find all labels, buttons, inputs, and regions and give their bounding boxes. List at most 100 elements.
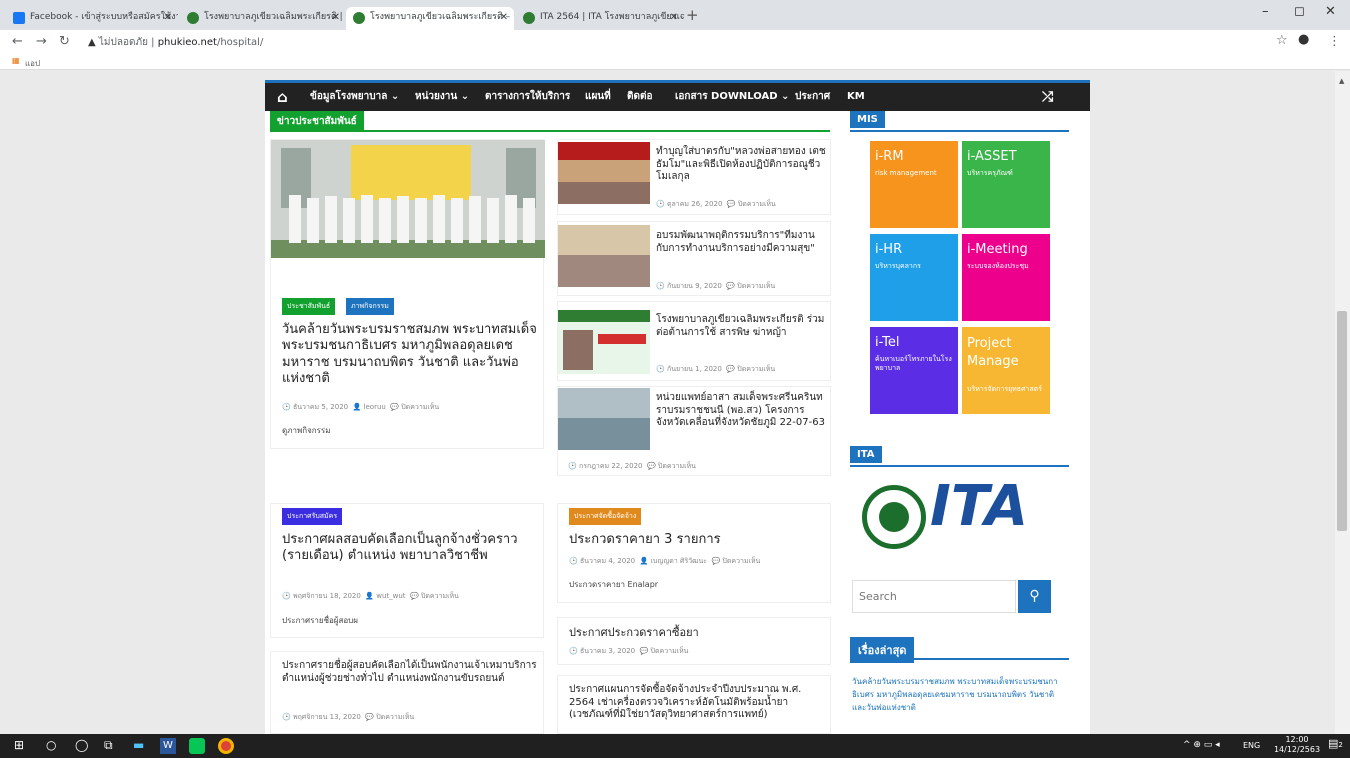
- category-badge[interactable]: ประกาศรับสมัคร: [282, 508, 343, 525]
- tile-project-manage[interactable]: Project Manage บริหารจัดการยุทธศาสตร์: [962, 327, 1050, 414]
- post-title[interactable]: ทำบุญใส่บาตรกับ"หลวงพ่อสายทอง เตชธัมโม"แ…: [656, 146, 826, 184]
- reload-icon[interactable]: ↻: [59, 34, 70, 49]
- recent-post-link[interactable]: วันคล้ายวันพระบรมราชสมภพ พระบาทสมเด็จพระ…: [852, 676, 1064, 714]
- browser-tab[interactable]: Facebook - เข้าสู่ระบบหรือสมัครใช้งาน ✕: [6, 7, 178, 30]
- close-icon[interactable]: ✕: [164, 7, 172, 28]
- bookmark-apps[interactable]: แอป: [25, 57, 40, 70]
- close-icon[interactable]: ✕: [332, 7, 340, 28]
- cortana-icon[interactable]: ◯: [75, 738, 88, 752]
- post-thumbnail[interactable]: [558, 388, 650, 450]
- chrome-icon[interactable]: [218, 738, 234, 754]
- close-window-icon[interactable]: ✕: [1325, 4, 1336, 19]
- menu-item[interactable]: เอกสาร DOWNLOAD ⌄: [675, 83, 789, 111]
- shuffle-icon[interactable]: ⤮: [1042, 83, 1053, 111]
- post-title[interactable]: ประกาศรายชื่อผู้สอบคัดเลือกได้เป็นพนักงา…: [282, 660, 537, 685]
- post-date[interactable]: กันยายน 1, 2020: [667, 365, 722, 373]
- word-icon[interactable]: W: [160, 738, 176, 754]
- tile-i-rm[interactable]: i-RM risk management: [870, 141, 958, 228]
- post-date[interactable]: ธันวาคม 5, 2020: [293, 403, 348, 411]
- list-item: ทำบุญใส่บาตรกับ"หลวงพ่อสายทอง เตชธัมโม"แ…: [557, 139, 831, 215]
- minimize-icon[interactable]: –: [1262, 4, 1269, 19]
- file-explorer-icon[interactable]: ▬: [133, 738, 144, 752]
- menu-item[interactable]: หน่วยงาน ⌄: [415, 83, 469, 111]
- close-icon[interactable]: ✕: [500, 7, 508, 28]
- post-date[interactable]: ตุลาคม 26, 2020: [667, 200, 722, 208]
- scroll-up-icon[interactable]: ▲: [1339, 77, 1344, 85]
- browser-tab-active[interactable]: โรงพยาบาลภูเขียวเฉลิมพระเกียรติ – ✕: [346, 7, 514, 30]
- tile-name: i-ASSET: [967, 149, 1017, 164]
- post-date[interactable]: พฤศจิกายน 18, 2020: [293, 592, 361, 600]
- post-date[interactable]: กันยายน 9, 2020: [667, 282, 722, 290]
- menu-dots-icon[interactable]: ⋮: [1328, 34, 1341, 49]
- post-date[interactable]: ธันวาคม 3, 2020: [580, 647, 635, 655]
- menu-item[interactable]: ติดต่อ: [627, 83, 653, 111]
- browser-tab[interactable]: ITA 2564 | ITA โรงพยาบาลภูเขียวเฉลิ ✕: [516, 7, 684, 30]
- line-icon[interactable]: [189, 738, 205, 754]
- close-icon[interactable]: ✕: [670, 7, 678, 28]
- feature-image[interactable]: [271, 140, 545, 258]
- tile-i-hr[interactable]: i-HR บริหารบุคลากร: [870, 234, 958, 321]
- post-author[interactable]: wut_wut: [376, 592, 405, 600]
- tile-i-asset[interactable]: i-ASSET บริหารครุภัณฑ์: [962, 141, 1050, 228]
- post-thumbnail[interactable]: [558, 225, 650, 287]
- task-view-icon[interactable]: ⧉: [104, 738, 113, 753]
- scroll-thumb[interactable]: [1337, 311, 1347, 531]
- not-secure-label: ไม่ปลอดภัย: [98, 37, 148, 48]
- star-icon[interactable]: ☆: [1276, 33, 1288, 48]
- menu-item[interactable]: ข้อมูลโรงพยาบาล ⌄: [310, 83, 399, 111]
- procure-post: ประกาศจัดซื้อจัดจ้าง ประกวดราคายา 3 รายก…: [557, 503, 831, 603]
- post-title[interactable]: ประกาศแผนการจัดซื้อจัดจ้างประจำปีงบประมา…: [569, 684, 824, 722]
- clock[interactable]: 12:00 14/12/2563: [1272, 735, 1322, 756]
- back-icon[interactable]: ←: [12, 34, 23, 49]
- post-author[interactable]: เบญญดา ศิริวัฒนะ: [651, 557, 707, 565]
- post-comments: ปิดความเห็น: [657, 462, 696, 470]
- post-date[interactable]: ธันวาคม 4, 2020: [580, 557, 635, 565]
- post-title[interactable]: ประกาศผลสอบคัดเลือกเป็นลูกจ้างชั่วคราว (…: [282, 532, 537, 565]
- menu-item[interactable]: ประกาศ: [795, 83, 830, 111]
- post-thumbnail[interactable]: [558, 142, 650, 204]
- browser-tab[interactable]: โรงพยาบาลภูเขียวเฉลิมพระเกียรติ | Ho ✕: [180, 7, 346, 30]
- post-date[interactable]: พฤศจิกายน 13, 2020: [293, 713, 361, 721]
- post-title[interactable]: อบรมพัฒนาพฤติกรรมบริการ"ทีมงานกับการทำงา…: [656, 230, 826, 255]
- category-badge[interactable]: ประกาศจัดซื้อจัดจ้าง: [569, 508, 642, 525]
- post-comments: ปิดความเห็น: [737, 282, 776, 290]
- post-title[interactable]: ประกวดราคายา 3 รายการ: [569, 532, 824, 548]
- profile-icon[interactable]: ●: [1298, 32, 1309, 47]
- post-title[interactable]: ประกาศประกวดราคาซื้อยา: [569, 626, 824, 640]
- forward-icon[interactable]: →: [36, 34, 47, 49]
- url-field[interactable]: ▲ ไม่ปลอดภัย | phukieo.net/hospital/: [88, 35, 263, 50]
- category-badge[interactable]: ประชาสัมพันธ์: [282, 298, 336, 315]
- search-input[interactable]: Search: [852, 580, 1016, 613]
- post-title[interactable]: วันคล้ายวันพระบรมราชสมภพ พระบาทสมเด็จพระ…: [282, 322, 537, 387]
- category-badge[interactable]: ภาพกิจกรรม: [346, 298, 394, 315]
- post-title[interactable]: โรงพยาบาลภูเขียวเฉลิมพระเกียรติ ร่วมต่อต…: [656, 314, 826, 339]
- post-meta: 🕒 ตุลาคม 26, 2020 💬 ปิดความเห็น: [656, 200, 776, 208]
- tray-icons[interactable]: ^ ⊕ ▭ ◂: [1183, 740, 1220, 750]
- post-author[interactable]: leoruu: [364, 403, 386, 411]
- menu-item[interactable]: KM: [847, 83, 865, 111]
- menu-item[interactable]: แผนที่: [585, 83, 611, 111]
- tile-i-tel[interactable]: i-Tel ค้นหาเบอร์โทรภายในโรงพยาบาล: [870, 327, 958, 414]
- menu-item[interactable]: ตารางการให้บริการ: [485, 83, 570, 111]
- ita-logo[interactable]: ITA: [858, 479, 1063, 554]
- clock-time: 12:00: [1285, 735, 1309, 744]
- tile-i-meeting[interactable]: i-Meeting ระบบจองห้องประชุม: [962, 234, 1050, 321]
- recruit-post: ประกาศรับสมัคร ประกาศผลสอบคัดเลือกเป็นลู…: [270, 503, 544, 638]
- windows-start-icon[interactable]: ⊞: [14, 738, 24, 752]
- home-icon[interactable]: ⌂: [277, 83, 288, 111]
- post-thumbnail[interactable]: [558, 310, 650, 374]
- new-tab-button[interactable]: +: [686, 5, 699, 28]
- tile-name: Project Manage: [967, 336, 1019, 370]
- site-icon: [187, 12, 199, 24]
- post-title[interactable]: หน่วยแพทย์อาสา สมเด็จพระศรีนครินทราบรมรา…: [656, 392, 826, 430]
- language-indicator[interactable]: ENG: [1243, 741, 1260, 750]
- notification-icon[interactable]: ▤2: [1328, 737, 1343, 750]
- apps-icon[interactable]: ▦: [12, 56, 20, 65]
- search-placeholder: Search: [859, 590, 897, 603]
- search-button[interactable]: ⚲: [1018, 580, 1051, 613]
- post-date[interactable]: กรกฎาคม 22, 2020: [579, 462, 643, 470]
- search-icon[interactable]: ○: [46, 738, 56, 752]
- maximize-icon[interactable]: ◻: [1294, 4, 1305, 19]
- scrollbar[interactable]: ▲: [1335, 71, 1350, 734]
- section-heading: MIS: [850, 111, 885, 128]
